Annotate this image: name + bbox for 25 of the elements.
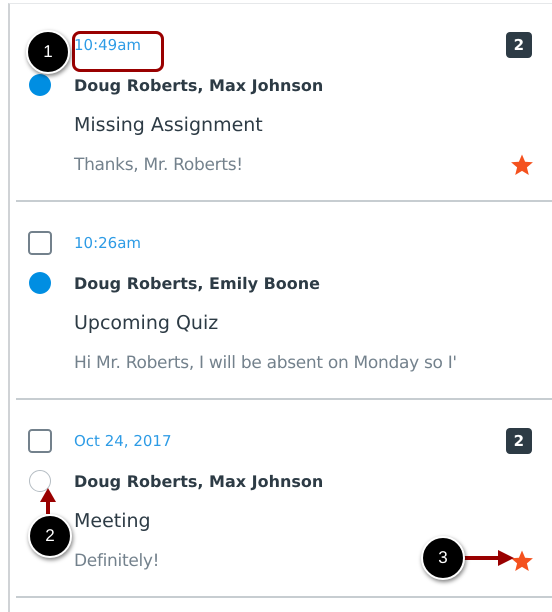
unread-dot[interactable] (29, 272, 51, 294)
message-time: 10:26am (74, 234, 142, 252)
message-count: 2 (506, 428, 532, 454)
participants: Doug Roberts, Emily Boone (74, 274, 320, 292)
message-subject: Upcoming Quiz (74, 312, 218, 334)
callout-number: 3 (421, 536, 465, 580)
checkbox[interactable] (28, 231, 52, 255)
star-icon[interactable] (510, 549, 534, 573)
message-subject: Missing Assignment (74, 114, 263, 136)
message-count: 2 (506, 32, 532, 58)
read-circle[interactable] (29, 470, 51, 492)
pointer-arrow (38, 488, 58, 514)
message-time: Oct 24, 2017 (74, 432, 172, 450)
star-icon[interactable] (510, 153, 534, 177)
callout-number: 1 (26, 30, 70, 74)
participants: Doug Roberts, Max Johnson (74, 472, 324, 490)
unread-dot[interactable] (29, 74, 51, 96)
message-preview: Hi Mr. Roberts, I will be absent on Monday so I' (74, 353, 457, 373)
message-time: 10:49am (74, 36, 142, 54)
message-preview: Thanks, Mr. Roberts! (74, 155, 243, 175)
callout-number: 2 (28, 514, 72, 558)
participants: Doug Roberts, Max Johnson (74, 76, 324, 94)
message-subject: Meeting (74, 510, 151, 532)
message-preview: Definitely! (74, 551, 160, 571)
checkbox[interactable] (28, 429, 52, 453)
